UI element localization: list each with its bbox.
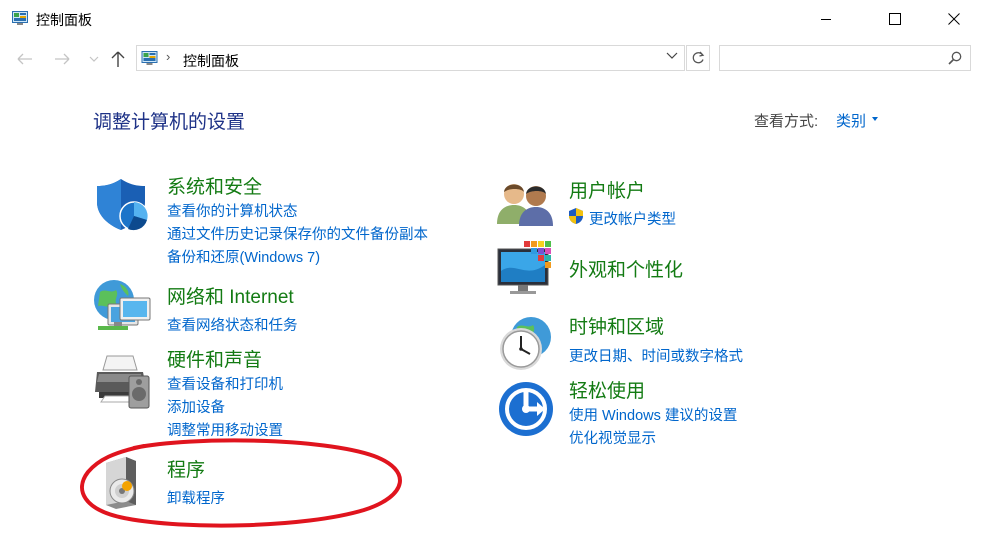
category-network-internet[interactable]: 网络和 Internet (167, 282, 294, 309)
control-panel-window: 控制面板 › 控制面板 调整计算机的设置 查看方式: 类别 系统和安全 查看你的… (0, 0, 985, 559)
category-ease-of-access[interactable]: 轻松使用 (569, 376, 645, 403)
monitor-icon[interactable] (496, 241, 556, 299)
link-mobility-settings[interactable]: 调整常用移动设置 (167, 419, 283, 440)
chevron-down-icon[interactable] (666, 52, 678, 60)
link-windows-recommended-settings[interactable]: 使用 Windows 建议的设置 (569, 404, 737, 425)
programs-icon[interactable] (100, 455, 142, 511)
shield-icon[interactable] (94, 176, 152, 232)
view-by-dropdown[interactable]: 类别 (836, 110, 866, 131)
minimize-icon (821, 19, 831, 20)
users-icon[interactable] (497, 180, 553, 226)
forward-button[interactable] (53, 50, 71, 68)
view-by-label: 查看方式: (754, 113, 819, 130)
breadcrumb-control-panel[interactable]: 控制面板 (183, 51, 239, 71)
link-change-account-type[interactable]: 更改帐户类型 (589, 208, 676, 229)
uac-shield-icon (569, 208, 583, 224)
page-title: 调整计算机的设置 (93, 112, 246, 133)
link-view-computer-status[interactable]: 查看你的计算机状态 (167, 200, 298, 221)
title-bar: 控制面板 (0, 0, 985, 38)
close-icon (948, 13, 960, 25)
search-icon[interactable] (948, 51, 962, 65)
window-title: 控制面板 (36, 12, 92, 28)
clock-icon[interactable] (495, 313, 555, 373)
link-network-status-tasks[interactable]: 查看网络状态和任务 (167, 314, 298, 335)
category-user-accounts[interactable]: 用户帐户 (569, 176, 645, 203)
minimize-button[interactable] (803, 0, 849, 38)
category-programs[interactable]: 程序 (167, 455, 205, 482)
refresh-button[interactable] (686, 45, 710, 71)
link-uninstall-program[interactable]: 卸载程序 (167, 487, 225, 508)
category-system-security[interactable]: 系统和安全 (167, 172, 262, 199)
forward-arrow-icon (55, 53, 70, 65)
link-change-date-time-format[interactable]: 更改日期、时间或数字格式 (569, 345, 743, 366)
up-button[interactable] (110, 50, 126, 68)
chevron-down-icon (89, 56, 99, 62)
ease-of-access-icon[interactable] (497, 380, 555, 438)
search-box[interactable] (719, 45, 971, 71)
up-arrow-icon (111, 51, 125, 67)
caret-down-icon[interactable] (872, 117, 878, 121)
category-appearance-personalization[interactable]: 外观和个性化 (569, 255, 683, 282)
address-bar[interactable]: › 控制面板 (136, 45, 685, 71)
maximize-button[interactable] (872, 0, 918, 38)
control-panel-icon (12, 11, 28, 25)
category-clock-region[interactable]: 时钟和区域 (569, 312, 664, 339)
printer-icon[interactable] (93, 352, 153, 410)
refresh-icon (692, 51, 705, 64)
network-icon[interactable] (92, 278, 154, 336)
maximize-icon (889, 13, 901, 25)
back-arrow-icon (17, 53, 32, 65)
link-optimize-visual-display[interactable]: 优化视觉显示 (569, 427, 656, 448)
close-button[interactable] (931, 0, 977, 38)
link-backup-restore[interactable]: 备份和还原(Windows 7) (167, 246, 320, 267)
link-file-history-backup[interactable]: 通过文件历史记录保存你的文件备份副本 (167, 223, 428, 244)
category-hardware-sound[interactable]: 硬件和声音 (167, 345, 262, 372)
link-devices-printers[interactable]: 查看设备和打印机 (167, 373, 283, 394)
back-button[interactable] (16, 50, 34, 68)
control-panel-icon (141, 51, 158, 65)
link-add-device[interactable]: 添加设备 (167, 396, 225, 417)
breadcrumb-separator[interactable]: › (166, 49, 170, 64)
recent-locations-button[interactable] (88, 50, 100, 68)
